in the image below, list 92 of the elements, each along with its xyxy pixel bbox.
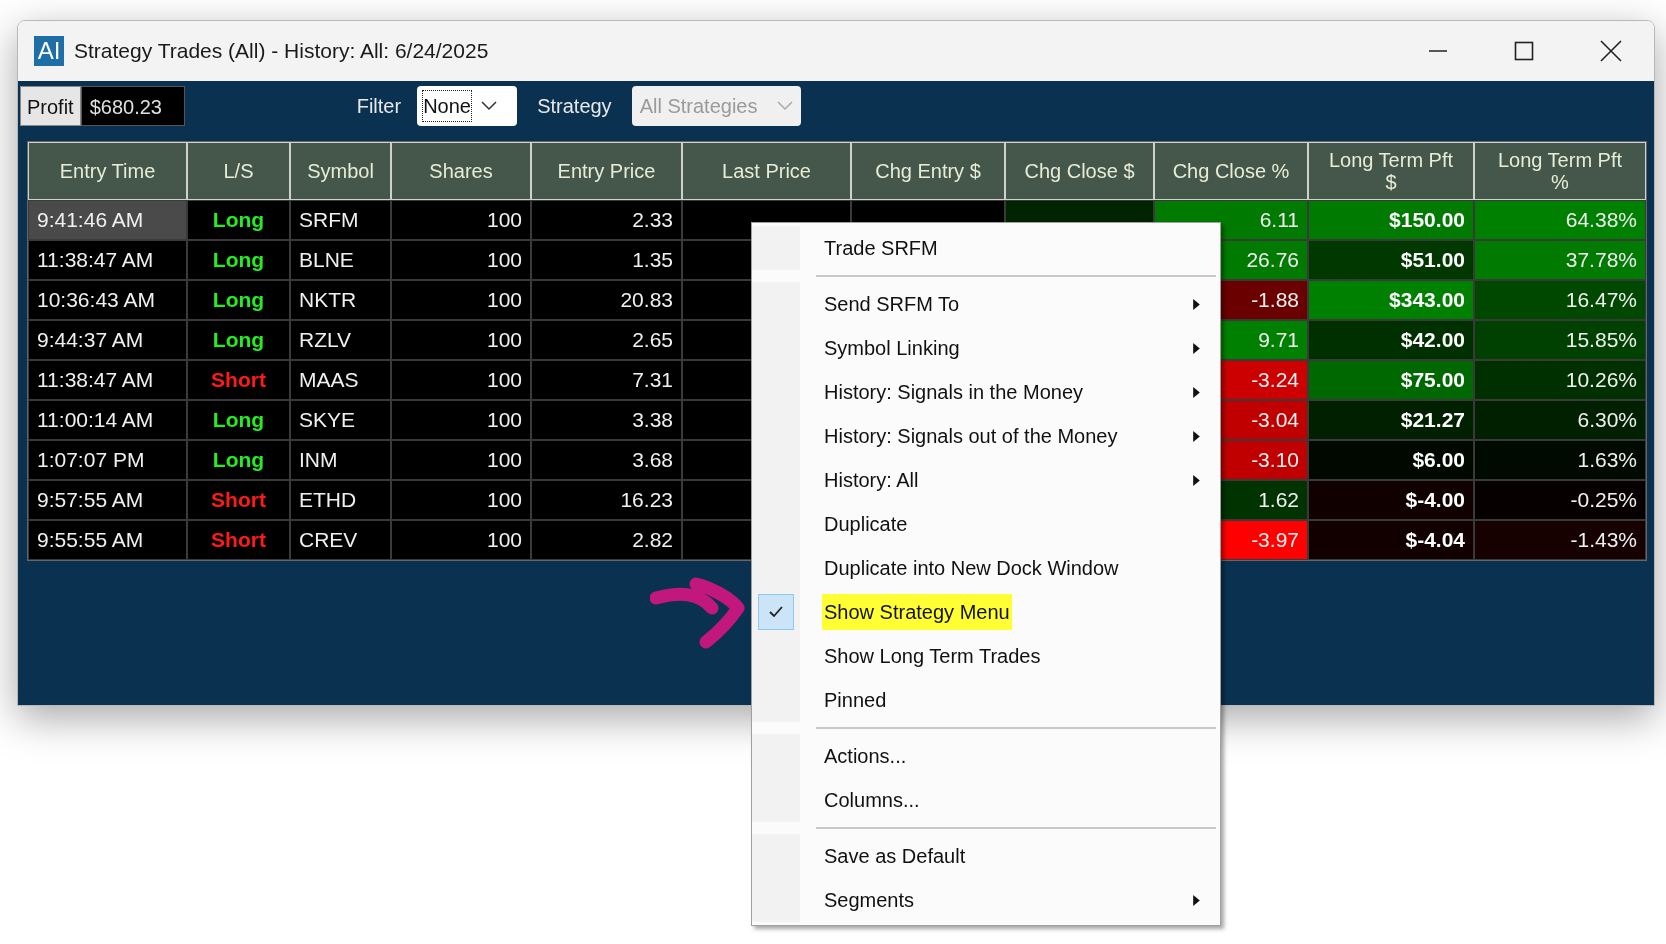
table-cell: 3.68 (531, 440, 682, 480)
column-header[interactable]: Entry Price (531, 142, 682, 200)
table-cell: RZLV (290, 320, 391, 360)
table-cell: 6.30% (1474, 400, 1646, 440)
table-cell: 100 (391, 320, 531, 360)
table-cell: $6.00 (1308, 440, 1474, 480)
table-cell: 15.85% (1474, 320, 1646, 360)
table-cell: 100 (391, 360, 531, 400)
table-cell: -0.25% (1474, 480, 1646, 520)
table-cell: 9:44:37 AM (28, 320, 187, 360)
table-cell: 1.63% (1474, 440, 1646, 480)
table-cell: Long (187, 440, 290, 480)
table-cell: MAAS (290, 360, 391, 400)
table-cell: SKYE (290, 400, 391, 440)
column-header[interactable]: Symbol (290, 142, 391, 200)
table-cell: 100 (391, 480, 531, 520)
table-cell: 1:07:07 PM (28, 440, 187, 480)
profit-label: Profit (20, 86, 81, 126)
table-cell: 20.83 (531, 280, 682, 320)
chevron-down-icon (777, 101, 794, 111)
table-cell: 16.23 (531, 480, 682, 520)
table-cell: 2.82 (531, 520, 682, 560)
table-cell: Short (187, 480, 290, 520)
table-cell: 9:55:55 AM (28, 520, 187, 560)
table-cell: 9:57:55 AM (28, 480, 187, 520)
app-logo: AI (34, 36, 64, 66)
table-cell: 10.26% (1474, 360, 1646, 400)
table-cell: $343.00 (1308, 280, 1474, 320)
menu-item[interactable]: Segments (752, 878, 1220, 922)
table-cell: 100 (391, 520, 531, 560)
strategy-label: Strategy (537, 94, 612, 119)
menu-item[interactable]: Save as Default (752, 834, 1220, 878)
table-cell: ETHD (290, 480, 391, 520)
table-cell: Short (187, 360, 290, 400)
menu-item[interactable]: Show Strategy Menu (752, 590, 1220, 634)
table-cell: 1.35 (531, 240, 682, 280)
table-cell: 100 (391, 280, 531, 320)
table-cell: 3.38 (531, 400, 682, 440)
table-cell: 2.65 (531, 320, 682, 360)
table-cell: Long (187, 320, 290, 360)
table-cell: CREV (290, 520, 391, 560)
column-header[interactable]: Shares (391, 142, 531, 200)
column-header[interactable]: Entry Time (28, 142, 187, 200)
table-cell: Long (187, 280, 290, 320)
table-cell: $75.00 (1308, 360, 1474, 400)
table-cell: 100 (391, 440, 531, 480)
window-title: Strategy Trades (All) - History: All: 6/24/2025 (74, 38, 489, 65)
table-cell: 9:41:46 AM (28, 200, 187, 240)
table-cell: -1.43% (1474, 520, 1646, 560)
table-cell: BLNE (290, 240, 391, 280)
table-cell: INM (290, 440, 391, 480)
column-header[interactable]: Last Price (682, 142, 851, 200)
table-cell: 2.33 (531, 200, 682, 240)
menu-item[interactable]: Columns... (752, 778, 1220, 822)
filter-dropdown[interactable]: None (417, 86, 518, 126)
table-cell: $150.00 (1308, 200, 1474, 240)
table-cell: NKTR (290, 280, 391, 320)
menu-item[interactable]: Show Long Term Trades (752, 634, 1220, 678)
table-cell: 100 (391, 400, 531, 440)
table-cell: Long (187, 200, 290, 240)
maximize-icon[interactable] (1514, 41, 1534, 61)
profit-value: $680.23 (80, 86, 185, 126)
table-cell: Long (187, 240, 290, 280)
table-cell: Short (187, 520, 290, 560)
filter-label: Filter (356, 94, 402, 119)
close-icon[interactable] (1600, 40, 1622, 62)
table-cell: 100 (391, 200, 531, 240)
table-cell: $-4.00 (1308, 480, 1474, 520)
table-cell: 11:00:14 AM (28, 400, 187, 440)
table-cell: SRFM (290, 200, 391, 240)
column-header[interactable]: Long Term Pft % (1474, 142, 1646, 200)
table-cell: Long (187, 400, 290, 440)
column-header[interactable]: Long Term Pft $ (1308, 142, 1474, 200)
column-header[interactable]: Chg Entry $ (851, 142, 1005, 200)
table-cell: 11:38:47 AM (28, 360, 187, 400)
table-cell: 64.38% (1474, 200, 1646, 240)
column-header[interactable]: Chg Close % (1154, 142, 1308, 200)
table-cell: 7.31 (531, 360, 682, 400)
table-cell: $51.00 (1308, 240, 1474, 280)
table-cell: $21.27 (1308, 400, 1474, 440)
column-header[interactable]: L/S (187, 142, 290, 200)
table-cell: 11:38:47 AM (28, 240, 187, 280)
menu-item[interactable]: Actions... (752, 734, 1220, 778)
table-cell: $42.00 (1308, 320, 1474, 360)
menu-item[interactable]: Pinned (752, 678, 1220, 722)
table-cell: 10:36:43 AM (28, 280, 187, 320)
chevron-down-icon (480, 101, 497, 111)
table-cell: 100 (391, 240, 531, 280)
column-header[interactable]: Chg Close $ (1005, 142, 1154, 200)
table-cell: 37.78% (1474, 240, 1646, 280)
table-cell: $-4.04 (1308, 520, 1474, 560)
table-cell: 16.47% (1474, 280, 1646, 320)
